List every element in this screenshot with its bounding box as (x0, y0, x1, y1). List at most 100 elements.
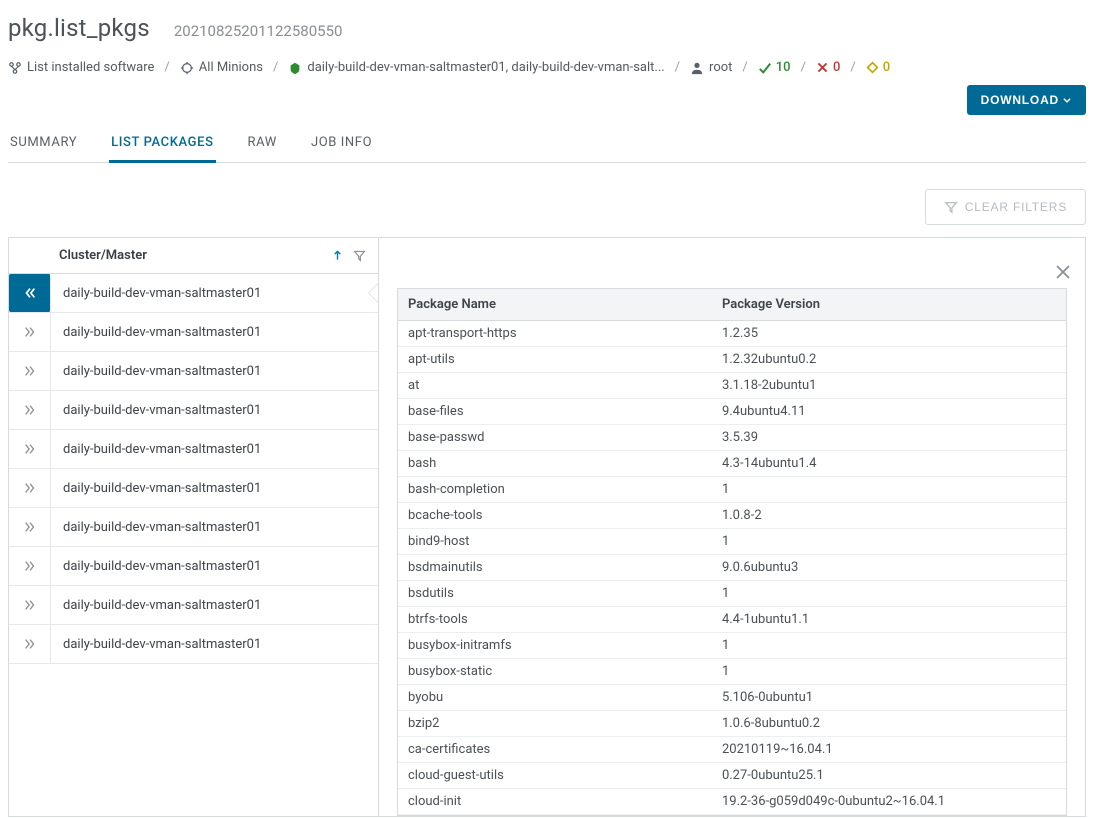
table-row[interactable]: busybox-static1 (398, 659, 1066, 685)
tab-list-packages[interactable]: LIST PACKAGES (109, 129, 215, 163)
cluster-row-label: daily-build-dev-vman-saltmaster01 (51, 625, 378, 663)
status-changes: 0 (866, 60, 890, 75)
tab-raw[interactable]: RAW (246, 129, 279, 162)
sort-asc-icon[interactable] (332, 250, 343, 261)
breadcrumb-sep: / (160, 60, 173, 75)
cluster-row-label: daily-build-dev-vman-saltmaster01 (51, 391, 378, 429)
target-icon (180, 61, 194, 75)
cell-package-version: 20210119~16.04.1 (712, 737, 1066, 763)
cell-package-name: bzip2 (398, 711, 712, 737)
cell-package-version: 4.3-14ubuntu1.4 (712, 451, 1066, 477)
cluster-row[interactable]: daily-build-dev-vman-saltmaster01 (9, 508, 378, 547)
collapse-icon[interactable] (9, 274, 51, 312)
cell-package-name: base-passwd (398, 425, 712, 451)
table-row[interactable]: busybox-initramfs1 (398, 633, 1066, 659)
expand-icon[interactable] (9, 469, 51, 507)
job-id: 20210825201122580550 (174, 22, 343, 40)
cell-package-name: btrfs-tools (398, 607, 712, 633)
cell-package-version: 3.5.39 (712, 425, 1066, 451)
cell-package-version: 3.1.18-2ubuntu1 (712, 373, 1066, 399)
cell-package-version: 1.0.6-8ubuntu0.2 (712, 711, 1066, 737)
table-row[interactable]: bash-completion1 (398, 477, 1066, 503)
cluster-row[interactable]: daily-build-dev-vman-saltmaster01 (9, 274, 378, 313)
tab-summary[interactable]: SUMMARY (8, 129, 79, 162)
table-row[interactable]: apt-transport-https1.2.35 (398, 321, 1066, 347)
breadcrumb-sep: / (671, 60, 684, 75)
col-package-name[interactable]: Package Name (398, 289, 712, 321)
table-row[interactable]: cloud-init19.2-36-g059d049c-0ubuntu2~16.… (398, 789, 1066, 815)
col-package-version[interactable]: Package Version (712, 289, 1066, 321)
table-row[interactable]: bash4.3-14ubuntu1.4 (398, 451, 1066, 477)
clear-filters-button[interactable]: CLEAR FILTERS (925, 189, 1086, 225)
cluster-row-label: daily-build-dev-vman-saltmaster01 (51, 313, 378, 351)
cell-package-version: 1 (712, 581, 1066, 607)
table-row[interactable]: byobu5.106-0ubuntu1 (398, 685, 1066, 711)
breadcrumb-software[interactable]: List installed software (8, 60, 154, 75)
cell-package-name: at (398, 373, 712, 399)
breadcrumb-sep: / (269, 60, 282, 75)
expand-icon[interactable] (9, 352, 51, 390)
cell-package-name: busybox-static (398, 659, 712, 685)
table-row[interactable]: cloud-guest-utils0.27-0ubuntu25.1 (398, 763, 1066, 789)
breadcrumb-sep: / (738, 60, 751, 75)
table-row[interactable]: bsdutils1 (398, 581, 1066, 607)
expand-icon[interactable] (9, 547, 51, 585)
table-row[interactable]: base-files9.4ubuntu4.11 (398, 399, 1066, 425)
breadcrumb-minions[interactable]: daily-build-dev-vman-saltmaster01, daily… (288, 60, 664, 75)
close-icon[interactable] (1055, 264, 1071, 280)
breadcrumb: List installed software / All Minions / … (8, 60, 1086, 81)
cell-package-name: cloud-init (398, 789, 712, 815)
cluster-master-pane: Cluster/Master daily-build-dev-vman-salt… (9, 238, 379, 816)
cluster-row[interactable]: daily-build-dev-vman-saltmaster01 (9, 469, 378, 508)
table-row[interactable]: bcache-tools1.0.8-2 (398, 503, 1066, 529)
table-row[interactable]: btrfs-tools4.4-1ubuntu1.1 (398, 607, 1066, 633)
breadcrumb-target[interactable]: All Minions (180, 60, 263, 75)
cluster-master-list[interactable]: daily-build-dev-vman-saltmaster01daily-b… (9, 274, 378, 816)
tab-job-info[interactable]: JOB INFO (309, 129, 374, 162)
status-success: 10 (758, 60, 791, 75)
table-row[interactable]: bind9-host1 (398, 529, 1066, 555)
expand-icon[interactable] (9, 625, 51, 663)
table-row[interactable]: at3.1.18-2ubuntu1 (398, 373, 1066, 399)
page-header: pkg.list_pkgs 20210825201122580550 (8, 12, 1086, 60)
table-row[interactable]: base-passwd3.5.39 (398, 425, 1066, 451)
cluster-row[interactable]: daily-build-dev-vman-saltmaster01 (9, 625, 378, 664)
table-row[interactable]: bsdmainutils9.0.6ubuntu3 (398, 555, 1066, 581)
cell-package-name: cloud-guest-utils (398, 763, 712, 789)
cluster-row-label: daily-build-dev-vman-saltmaster01 (51, 430, 378, 468)
filter-icon[interactable] (353, 249, 366, 262)
cell-package-version: 1 (712, 477, 1066, 503)
table-row[interactable]: bzip21.0.6-8ubuntu0.2 (398, 711, 1066, 737)
breadcrumb-target-label: All Minions (199, 60, 263, 75)
expand-icon[interactable] (9, 313, 51, 351)
cluster-row[interactable]: daily-build-dev-vman-saltmaster01 (9, 313, 378, 352)
expand-icon[interactable] (9, 430, 51, 468)
download-button[interactable]: DOWNLOAD (967, 85, 1086, 115)
cluster-row[interactable]: daily-build-dev-vman-saltmaster01 (9, 391, 378, 430)
table-row[interactable]: ca-certificates20210119~16.04.1 (398, 737, 1066, 763)
cluster-row-label: daily-build-dev-vman-saltmaster01 (51, 586, 378, 624)
cell-package-version: 9.4ubuntu4.11 (712, 399, 1066, 425)
diamond-icon (866, 61, 879, 74)
cell-package-version: 5.106-0ubuntu1 (712, 685, 1066, 711)
packages-table-wrap[interactable]: Package Name Package Version apt-transpo… (397, 288, 1067, 816)
cluster-row[interactable]: daily-build-dev-vman-saltmaster01 (9, 586, 378, 625)
cluster-row[interactable]: daily-build-dev-vman-saltmaster01 (9, 430, 378, 469)
expand-icon[interactable] (9, 508, 51, 546)
user-icon (690, 61, 704, 75)
cell-package-name: bsdutils (398, 581, 712, 607)
table-row[interactable]: apt-utils1.2.32ubuntu0.2 (398, 347, 1066, 373)
clear-filters-label: CLEAR FILTERS (965, 200, 1067, 214)
status-fail: 0 (816, 60, 840, 75)
cluster-row[interactable]: daily-build-dev-vman-saltmaster01 (9, 547, 378, 586)
cluster-row[interactable]: daily-build-dev-vman-saltmaster01 (9, 352, 378, 391)
cell-package-name: bind9-host (398, 529, 712, 555)
cell-package-version: 1 (712, 633, 1066, 659)
expand-icon[interactable] (9, 586, 51, 624)
page-title: pkg.list_pkgs (8, 14, 150, 42)
cell-package-name: apt-utils (398, 347, 712, 373)
cell-package-name: bash-completion (398, 477, 712, 503)
breadcrumb-user[interactable]: root (690, 60, 732, 75)
cell-package-name: bsdmainutils (398, 555, 712, 581)
expand-icon[interactable] (9, 391, 51, 429)
